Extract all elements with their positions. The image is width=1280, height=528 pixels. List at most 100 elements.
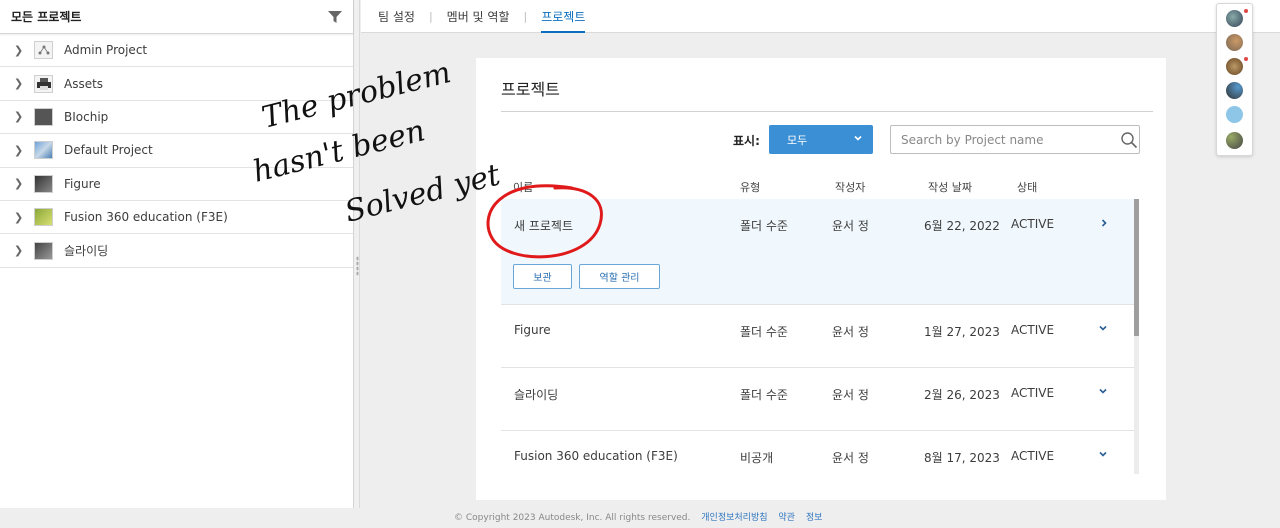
project-author: 윤서 정 xyxy=(832,219,869,233)
tab-members-roles[interactable]: 멤버 및 역할 xyxy=(447,0,510,33)
tab-team-settings[interactable]: 팀 설정 xyxy=(378,0,415,33)
chevron-right-icon[interactable]: ❯ xyxy=(14,211,28,224)
project-author: 윤서 정 xyxy=(832,451,869,465)
notification-dot xyxy=(1244,57,1248,61)
project-type: 폴더 수준 xyxy=(740,325,788,339)
table-row[interactable]: 슬라이딩 폴더 수준 윤서 정 2월 26, 2023 ACTIVE xyxy=(501,368,1138,431)
privacy-link[interactable]: 개인정보처리방침 xyxy=(701,513,767,523)
filter-icon[interactable] xyxy=(328,10,342,23)
project-name[interactable]: 슬라이딩 xyxy=(514,386,558,403)
tab-divider: | xyxy=(523,9,528,23)
avatar[interactable] xyxy=(1226,10,1243,27)
notification-dot xyxy=(1244,9,1248,13)
dropdown-value: 모두 xyxy=(787,133,808,147)
project-name[interactable]: Figure xyxy=(514,323,551,337)
chevron-right-icon[interactable]: ❯ xyxy=(14,144,28,157)
project-sidebar: 모든 프로젝트 ❯ Admin Project ❯ Assets ❯ BIoch… xyxy=(0,0,354,508)
top-tab-bar: 팀 설정 | 멤버 및 역할 | 프로젝트 xyxy=(361,0,1280,33)
chevron-right-icon[interactable]: ❯ xyxy=(14,177,28,190)
column-header-type[interactable]: 유형 xyxy=(740,179,760,195)
project-status: ACTIVE xyxy=(1011,449,1055,463)
sidebar-item-assets[interactable]: ❯ Assets xyxy=(0,67,353,101)
project-name[interactable]: 새 프로젝트 xyxy=(514,217,573,234)
panel-splitter[interactable] xyxy=(355,0,360,508)
manage-roles-button[interactable]: 역할 관리 xyxy=(579,264,660,289)
tab-divider: | xyxy=(428,9,433,23)
chevron-down-icon[interactable] xyxy=(1098,386,1108,396)
page-title: 프로젝트 xyxy=(501,80,560,99)
info-link[interactable]: 정보 xyxy=(806,513,823,523)
chevron-right-icon[interactable]: ❯ xyxy=(14,244,28,257)
project-author: 윤서 정 xyxy=(832,388,869,402)
chevron-right-icon[interactable]: ❯ xyxy=(14,44,28,57)
project-date: 1월 27, 2023 xyxy=(924,325,1000,339)
sidebar-item-label: Fusion 360 education (F3E) xyxy=(64,210,228,225)
project-author: 윤서 정 xyxy=(832,325,869,339)
project-type: 비공개 xyxy=(740,451,774,465)
chevron-right-icon[interactable] xyxy=(1099,218,1109,228)
avatar[interactable] xyxy=(1226,106,1243,123)
sidebar-item-label: Assets xyxy=(64,76,104,91)
project-name[interactable]: Fusion 360 education (F3E) xyxy=(514,449,678,463)
sidebar-item-label: Default Project xyxy=(64,143,153,158)
sidebar-item-label: Figure xyxy=(64,176,101,191)
scrollbar-thumb[interactable] xyxy=(1134,199,1139,336)
column-header-author[interactable]: 작성자 xyxy=(835,179,865,195)
sidebar-item-fusion-360[interactable]: ❯ Fusion 360 education (F3E) xyxy=(0,201,353,235)
printer-icon xyxy=(34,74,53,93)
sidebar-item-sliding[interactable]: ❯ 슬라이딩 xyxy=(0,234,353,268)
archive-button[interactable]: 보관 xyxy=(513,264,572,289)
copyright-text: © Copyright 2023 Autodesk, Inc. All righ… xyxy=(454,513,691,523)
hub-icon xyxy=(34,41,53,60)
table-row[interactable]: Figure 폴더 수준 윤서 정 1월 27, 2023 ACTIVE xyxy=(501,305,1138,368)
sidebar-item-default-project[interactable]: ❯ Default Project xyxy=(0,134,353,168)
avatar[interactable] xyxy=(1226,58,1243,75)
chevron-right-icon[interactable]: ❯ xyxy=(14,110,28,123)
chevron-right-icon[interactable]: ❯ xyxy=(14,77,28,90)
project-date: 8월 17, 2023 xyxy=(924,451,1000,465)
chevron-down-icon[interactable] xyxy=(1098,449,1108,459)
column-header-status[interactable]: 상태 xyxy=(1017,179,1037,195)
project-type: 폴더 수준 xyxy=(740,388,788,402)
column-header-name[interactable]: 이름 xyxy=(513,179,533,195)
tab-projects[interactable]: 프로젝트 xyxy=(541,0,586,33)
collaborators-panel xyxy=(1216,3,1253,156)
project-type: 폴더 수준 xyxy=(740,219,788,233)
image-thumb-icon xyxy=(34,141,53,160)
status-filter-dropdown[interactable]: 모두 xyxy=(769,125,873,154)
image-thumb-icon xyxy=(34,208,53,227)
table-scrollbar[interactable] xyxy=(1134,199,1139,474)
terms-link[interactable]: 약관 xyxy=(778,513,795,523)
sidebar-header: 모든 프로젝트 xyxy=(0,0,353,34)
project-search-input[interactable] xyxy=(890,125,1140,154)
divider xyxy=(501,111,1153,112)
project-status: ACTIVE xyxy=(1011,323,1055,337)
table-row[interactable]: 새 프로젝트 폴더 수준 윤서 정 6월 22, 2022 ACTIVE 보관 … xyxy=(501,199,1138,305)
project-status: ACTIVE xyxy=(1011,386,1055,400)
projects-card: 프로젝트 표시: 모두 이름 유형 작성자 작성 날짜 상태 새 프로젝트 폴더… xyxy=(476,58,1166,500)
search-icon[interactable] xyxy=(1120,131,1138,149)
image-thumb-icon xyxy=(34,174,53,193)
column-header-date[interactable]: 작성 날짜 xyxy=(928,179,972,195)
chevron-down-icon[interactable] xyxy=(1098,323,1108,333)
sidebar-item-figure[interactable]: ❯ Figure xyxy=(0,168,353,201)
chevron-down-icon xyxy=(854,135,862,141)
avatar[interactable] xyxy=(1226,34,1243,51)
sidebar-item-label: Admin Project xyxy=(64,43,148,58)
avatar[interactable] xyxy=(1226,82,1243,99)
avatar[interactable] xyxy=(1226,132,1243,149)
sidebar-item-admin-project[interactable]: ❯ Admin Project xyxy=(0,34,353,68)
drag-handle-icon[interactable] xyxy=(356,256,359,276)
project-status: ACTIVE xyxy=(1011,217,1055,231)
project-date: 2월 26, 2023 xyxy=(924,388,1000,402)
table-row[interactable]: Fusion 360 education (F3E) 비공개 윤서 정 8월 1… xyxy=(501,431,1138,494)
image-thumb-icon xyxy=(34,241,53,260)
show-filter-label: 표시: xyxy=(733,134,760,148)
image-thumb-icon xyxy=(34,107,53,126)
sidebar-item-label: BIochip xyxy=(64,109,109,124)
sidebar-item-label: 슬라이딩 xyxy=(64,244,109,259)
page-footer: © Copyright 2023 Autodesk, Inc. All righ… xyxy=(0,508,1280,528)
project-date: 6월 22, 2022 xyxy=(924,219,1000,233)
sidebar-item-biochip[interactable]: ❯ BIochip xyxy=(0,101,353,135)
sidebar-title: 모든 프로젝트 xyxy=(11,10,82,24)
